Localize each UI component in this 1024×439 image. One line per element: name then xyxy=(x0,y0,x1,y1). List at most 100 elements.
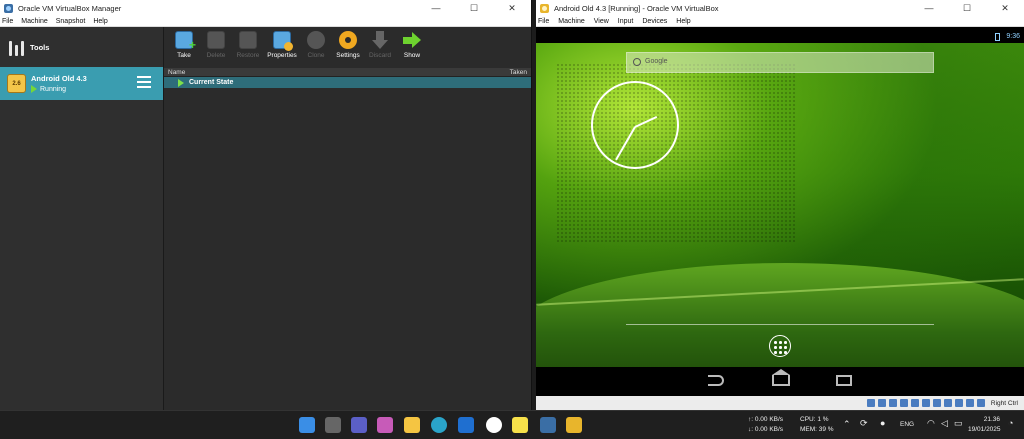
virtualbox-taskbar-icon[interactable] xyxy=(540,417,556,433)
virtualbox-manager-window: Oracle VM VirtualBox Manager — ☐ ✕ File … xyxy=(0,0,532,410)
close-button[interactable]: ✕ xyxy=(493,0,531,16)
volume-icon[interactable]: ◁ xyxy=(941,418,948,429)
start-windows-icon[interactable] xyxy=(299,417,315,433)
outlook-icon[interactable] xyxy=(458,417,474,433)
language-indicator[interactable]: ENG xyxy=(900,421,914,428)
optical-drive-icon[interactable] xyxy=(877,399,886,407)
yandex-browser-icon[interactable] xyxy=(486,417,502,433)
google-search-bar[interactable]: Google xyxy=(626,52,934,73)
sticky-notes-icon[interactable] xyxy=(512,417,528,433)
copilot-icon[interactable] xyxy=(377,417,393,433)
clone-button[interactable]: Clone xyxy=(300,31,332,59)
vm-maximize-button[interactable]: ☐ xyxy=(948,0,986,16)
minimize-button[interactable]: — xyxy=(417,0,455,16)
battery-icon xyxy=(995,32,1001,41)
battery-tray-icon[interactable]: ▭ xyxy=(954,418,963,429)
menu-machine[interactable]: Machine xyxy=(21,18,47,25)
virtualization-icon[interactable] xyxy=(954,399,963,407)
network-down: ↓: 0.00 KB/s xyxy=(748,426,784,433)
app-drawer-icon[interactable] xyxy=(769,335,791,357)
snapshot-toolbar: Take Delete Restore Properties xyxy=(164,27,531,68)
teams-icon[interactable] xyxy=(351,417,367,433)
menu-help[interactable]: Help xyxy=(93,18,107,25)
vm-menu-view[interactable]: View xyxy=(594,18,609,25)
mem-usage: MEM: 39 % xyxy=(800,426,834,433)
discard-button[interactable]: Discard xyxy=(364,31,396,59)
task-view-icon[interactable] xyxy=(325,417,341,433)
vm-minimize-button[interactable]: — xyxy=(910,0,948,16)
snapshot-table-header: Name Taken xyxy=(164,68,531,77)
file-explorer-icon[interactable] xyxy=(404,417,420,433)
windows-taskbar: ↑: 0.00 KB/s ↓: 0.00 KB/s CPU: 1 % MEM: … xyxy=(0,410,1024,439)
notification-bell-icon[interactable]: ◔ xyxy=(1008,418,1013,428)
snapshot-row[interactable]: Current State xyxy=(164,77,531,88)
keyboard-icon[interactable] xyxy=(976,399,985,407)
hard-disk-icon[interactable] xyxy=(866,399,875,407)
edge-icon[interactable] xyxy=(431,417,447,433)
android-os-icon: 2.6 xyxy=(7,74,26,93)
show-button[interactable]: Show xyxy=(396,31,428,59)
show-label: Show xyxy=(403,52,421,59)
analog-clock-widget[interactable] xyxy=(591,81,679,169)
vm-titlebar[interactable]: Android Old 4.3 [Running] - Oracle VM Vi… xyxy=(536,0,1024,16)
menu-file[interactable]: File xyxy=(2,18,13,25)
running-arrow-icon xyxy=(31,85,37,93)
settings-label: Settings xyxy=(336,52,360,59)
tools-item[interactable]: Tools xyxy=(0,27,163,67)
desktop: Oracle VM VirtualBox Manager — ☐ ✕ File … xyxy=(0,0,1024,439)
column-taken[interactable]: Taken xyxy=(510,69,527,76)
shared-folders-icon[interactable] xyxy=(921,399,930,407)
chevron-up-icon[interactable]: ⌃ xyxy=(843,419,851,430)
vm-app-icon xyxy=(540,3,549,13)
tray-date: 19/01/2025 xyxy=(968,426,1001,433)
recent-apps-icon[interactable] xyxy=(836,375,852,386)
restore-button[interactable]: Restore xyxy=(232,31,264,59)
column-name[interactable]: Name xyxy=(168,69,185,76)
maximize-button[interactable]: ☐ xyxy=(455,0,493,16)
network-icon[interactable] xyxy=(899,399,908,407)
wifi-icon[interactable]: ◠ xyxy=(927,418,935,429)
vm-menubar: File Machine View Input Devices Help xyxy=(536,16,1024,27)
android-display[interactable]: 9:36 Google xyxy=(536,30,1024,396)
back-icon[interactable] xyxy=(708,375,724,386)
properties-button[interactable]: Properties xyxy=(264,31,300,59)
delete-button[interactable]: Delete xyxy=(200,31,232,59)
properties-label: Properties xyxy=(267,52,297,59)
search-placeholder: Google xyxy=(645,58,668,65)
mouse-integration-icon[interactable] xyxy=(965,399,974,407)
android-home-screen[interactable]: Google xyxy=(536,43,1024,367)
network-up: ↑: 0.00 KB/s xyxy=(748,416,784,423)
manager-titlebar[interactable]: Oracle VM VirtualBox Manager — ☐ ✕ xyxy=(0,0,531,16)
show-arrow-icon xyxy=(403,31,421,49)
usb-icon[interactable] xyxy=(910,399,919,407)
clock-tray[interactable]: 21.36 19/01/2025 xyxy=(968,415,1001,435)
tools-icon xyxy=(8,39,25,56)
microphone-icon[interactable]: ● xyxy=(880,418,885,428)
home-icon[interactable] xyxy=(772,369,790,386)
snapshot-list-empty-area[interactable] xyxy=(164,88,531,410)
recording-icon[interactable] xyxy=(943,399,952,407)
dock-divider xyxy=(626,324,934,325)
android-vm-taskbar-icon[interactable] xyxy=(566,417,582,433)
vm-menu-devices[interactable]: Devices xyxy=(642,18,667,25)
sync-icon[interactable]: ⟳ xyxy=(860,418,868,429)
take-button[interactable]: Take xyxy=(168,31,200,59)
vm-list-item[interactable]: 2.6 Android Old 4.3 Running xyxy=(0,67,163,100)
vm-menu-help[interactable]: Help xyxy=(676,18,690,25)
vm-close-button[interactable]: ✕ xyxy=(986,0,1024,16)
manager-menubar: File Machine Snapshot Help xyxy=(0,16,531,27)
vm-menu-input[interactable]: Input xyxy=(618,18,634,25)
vm-menu-file[interactable]: File xyxy=(538,18,549,25)
menu-snapshot[interactable]: Snapshot xyxy=(56,18,86,25)
restore-label: Restore xyxy=(236,52,260,59)
discard-arrow-icon xyxy=(371,31,389,49)
display-icon[interactable] xyxy=(932,399,941,407)
clone-label: Clone xyxy=(307,52,325,59)
vm-state: Running xyxy=(31,85,87,93)
manager-title: Oracle VM VirtualBox Manager xyxy=(18,3,122,13)
restore-snapshot-icon xyxy=(239,31,257,49)
audio-icon[interactable] xyxy=(888,399,897,407)
vm-item-menu-icon[interactable] xyxy=(137,76,151,91)
vm-menu-machine[interactable]: Machine xyxy=(558,18,584,25)
settings-button[interactable]: Settings xyxy=(332,31,364,59)
